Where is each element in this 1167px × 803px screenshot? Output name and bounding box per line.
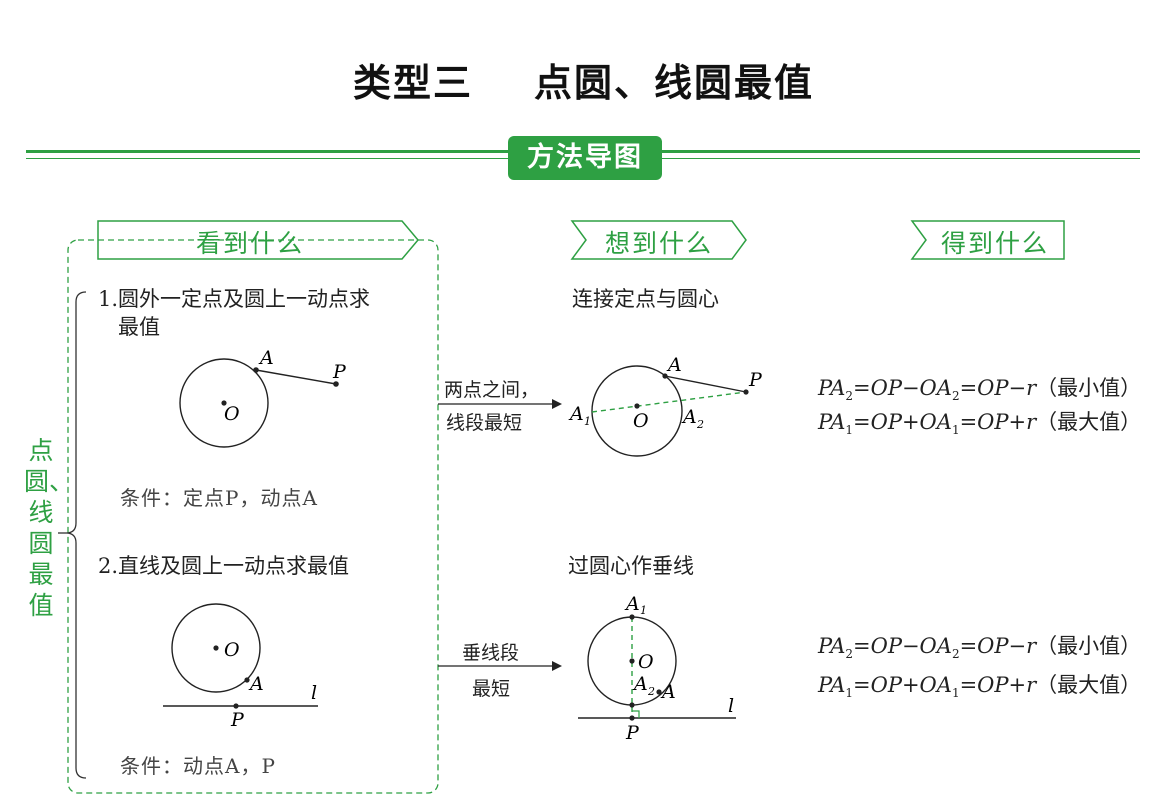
case2-point-A1 bbox=[629, 614, 635, 620]
case2-label-P: P bbox=[230, 709, 245, 731]
case2-center-dot bbox=[213, 645, 219, 651]
case1-label-A: A bbox=[258, 347, 274, 369]
case2-mid-label-A2-sub: 2 bbox=[647, 685, 655, 698]
case1-mid-label-A1: A bbox=[568, 403, 584, 425]
case2-point-P-mid bbox=[629, 715, 635, 721]
case2-mid-label-A1-sub: 1 bbox=[640, 604, 647, 617]
case2-mid-label-A1: A bbox=[624, 593, 640, 615]
case2-think: 过圆心作垂线 bbox=[568, 554, 694, 578]
case1-dashed-line bbox=[591, 391, 747, 413]
case1-segment-AP bbox=[255, 369, 337, 385]
case2-label-l: l bbox=[311, 682, 317, 704]
case2-arrow-label-1: 垂线段 bbox=[462, 642, 520, 664]
case1-mid-label-A2-sub: 2 bbox=[696, 418, 704, 431]
case2-point-A-mid bbox=[656, 689, 662, 695]
group-bracket bbox=[65, 291, 87, 779]
case1-point-P-mid bbox=[743, 389, 749, 395]
case1-result-max: PA1=OP+OA1=OP+r（最大值） bbox=[818, 410, 1142, 438]
case1-mid-label-A2: A bbox=[681, 406, 697, 428]
case2-point-A bbox=[244, 677, 250, 683]
case1-mid-label-A1-sub: 1 bbox=[584, 415, 591, 428]
case1-label-P: P bbox=[332, 361, 347, 383]
case2-point-P bbox=[233, 703, 239, 709]
case1-point-A-mid bbox=[662, 373, 668, 379]
case1-arrow-head bbox=[552, 399, 562, 409]
case2-label-O: O bbox=[224, 639, 240, 661]
case1-label-O: O bbox=[224, 403, 240, 425]
case2-heading: 2.直线及圆上一动点求最值 bbox=[98, 554, 350, 578]
case1-point-A bbox=[253, 367, 259, 373]
case2-label-A: A bbox=[248, 673, 264, 695]
case2-condition: 条件：动点A，P bbox=[120, 754, 276, 778]
case1-arrow-label-1: 两点之间， bbox=[444, 379, 540, 401]
case1-heading-line1: 1.圆外一定点及圆上一动点求 bbox=[98, 287, 371, 311]
get-header: 得到什么 bbox=[940, 229, 1049, 258]
case2-mid-label-P: P bbox=[625, 722, 640, 744]
case2-mid-label-A: A bbox=[660, 681, 676, 703]
case2-arrow-label-2: 最短 bbox=[472, 678, 511, 700]
case2-mid-label-l: l bbox=[728, 695, 734, 717]
case1-arrow-label-2: 线段最短 bbox=[446, 412, 523, 434]
case2-mid-label-A2: A bbox=[632, 673, 648, 695]
case1-mid-label-O: O bbox=[633, 410, 649, 432]
side-label: 点圆、线圆最值 bbox=[24, 436, 75, 620]
see-header: 看到什么 bbox=[195, 229, 304, 258]
case1-mid-label-A: A bbox=[666, 354, 682, 376]
case2-result-min: PA2=OP−OA2=OP−r（最小值） bbox=[818, 634, 1142, 662]
case1-condition: 条件：定点P，动点A bbox=[120, 486, 318, 510]
think-header: 想到什么 bbox=[604, 229, 713, 258]
case2-arrow-head bbox=[552, 661, 562, 671]
case1-mid-label-P: P bbox=[748, 369, 763, 391]
case1-think: 连接定点与圆心 bbox=[572, 287, 719, 311]
case2-center-dot-mid bbox=[629, 658, 635, 664]
case2-point-A2 bbox=[629, 702, 635, 708]
case2-result-max: PA1=OP+OA1=OP+r（最大值） bbox=[818, 673, 1142, 701]
case1-center-dot-mid bbox=[634, 403, 640, 409]
case2-mid-label-O: O bbox=[638, 651, 654, 673]
case1-heading-line2: 最值 bbox=[118, 315, 160, 339]
case1-result-min: PA2=OP−OA2=OP−r（最小值） bbox=[818, 376, 1142, 404]
